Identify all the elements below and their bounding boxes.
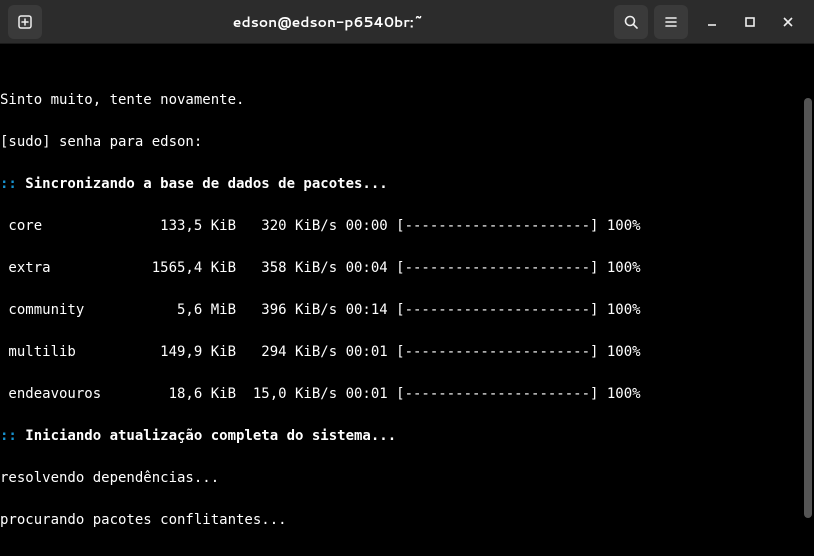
section-header: Iniciando atualização completa do sistem… [17, 428, 396, 444]
repo-line: core 133,5 KiB 320 KiB/s 00:00 [--------… [0, 216, 814, 237]
repo-line: extra 1565,4 KiB 358 KiB/s 00:04 [------… [0, 258, 814, 279]
marker: :: [0, 428, 17, 444]
hamburger-icon [663, 14, 679, 30]
output-line: [sudo] senha para edson: [0, 132, 814, 153]
maximize-icon [745, 17, 755, 27]
blank-line [0, 552, 814, 556]
minimize-button[interactable] [694, 4, 730, 40]
terminal-output[interactable]: Sinto muito, tente novamente. [sudo] sen… [0, 44, 814, 556]
new-tab-icon [17, 14, 33, 30]
repo-line: multilib 149,9 KiB 294 KiB/s 00:01 [----… [0, 342, 814, 363]
section-header: Sincronizando a base de dados de pacotes… [17, 176, 388, 192]
minimize-icon [707, 17, 717, 27]
output-line: :: Sincronizando a base de dados de paco… [0, 174, 814, 195]
output-line: :: Iniciando atualização completa do sis… [0, 426, 814, 447]
window-title: edson@edson-p6540br:~ [48, 12, 608, 32]
search-icon [623, 14, 639, 30]
repo-line: community 5,6 MiB 396 KiB/s 00:14 [-----… [0, 300, 814, 321]
close-icon [783, 17, 793, 27]
scrollbar[interactable] [804, 98, 812, 518]
output-line: procurando pacotes conflitantes... [0, 510, 814, 531]
output-line: resolvendo dependências... [0, 468, 814, 489]
new-tab-button[interactable] [8, 5, 42, 39]
output-line: Sinto muito, tente novamente. [0, 90, 814, 111]
repo-line: endeavouros 18,6 KiB 15,0 KiB/s 00:01 [-… [0, 384, 814, 405]
menu-button[interactable] [654, 5, 688, 39]
search-button[interactable] [614, 5, 648, 39]
close-button[interactable] [770, 4, 806, 40]
maximize-button[interactable] [732, 4, 768, 40]
marker: :: [0, 176, 17, 192]
